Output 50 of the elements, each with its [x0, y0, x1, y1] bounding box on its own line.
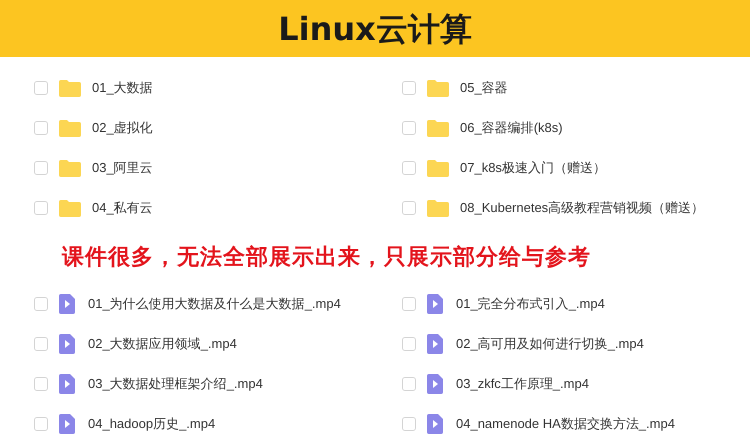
video-file-icon — [59, 334, 75, 354]
checkbox[interactable] — [34, 377, 48, 391]
checkbox[interactable] — [34, 81, 48, 95]
checkbox[interactable] — [34, 297, 48, 311]
file-name[interactable]: 03_zkfc工作原理_.mp4 — [456, 374, 589, 394]
folder-icon — [59, 200, 81, 216]
folder-name[interactable]: 05_容器 — [460, 78, 508, 98]
video-file-icon — [59, 294, 75, 314]
checkbox[interactable] — [402, 337, 416, 351]
file-name[interactable]: 03_大数据处理框架介绍_.mp4 — [88, 374, 263, 394]
checkbox[interactable] — [402, 297, 416, 311]
folder-name[interactable]: 03_阿里云 — [92, 158, 153, 178]
file-name[interactable]: 01_为什么使用大数据及什么是大数据_.mp4 — [88, 294, 341, 314]
file-name[interactable]: 04_namenode HA数据交换方法_.mp4 — [456, 414, 675, 434]
video-file-icon — [59, 414, 75, 434]
folder-icon — [59, 120, 81, 136]
video-file-icon — [427, 414, 443, 434]
checkbox[interactable] — [402, 161, 416, 175]
folder-name[interactable]: 06_容器编排(k8s) — [460, 118, 563, 138]
checkbox[interactable] — [402, 201, 416, 215]
checkbox[interactable] — [34, 121, 48, 135]
file-name[interactable]: 02_大数据应用领域_.mp4 — [88, 334, 237, 354]
video-file-icon — [59, 374, 75, 394]
checkbox[interactable] — [402, 377, 416, 391]
folder-name[interactable]: 01_大数据 — [92, 78, 153, 98]
file-name[interactable]: 02_高可用及如何进行切换_.mp4 — [456, 334, 644, 354]
banner-title: Linux云计算 — [278, 8, 472, 50]
checkbox[interactable] — [402, 121, 416, 135]
checkbox[interactable] — [34, 161, 48, 175]
folder-name[interactable]: 07_k8s极速入门（赠送） — [460, 158, 606, 178]
folder-icon — [59, 160, 81, 176]
checkbox[interactable] — [34, 337, 48, 351]
file-name[interactable]: 01_完全分布式引入_.mp4 — [456, 294, 605, 314]
folder-icon — [427, 200, 449, 216]
checkbox[interactable] — [402, 417, 416, 431]
folder-icon — [427, 80, 449, 96]
folder-name[interactable]: 04_私有云 — [92, 198, 153, 218]
notice-text: 课件很多，无法全部展示出来，只展示部分给与参考 — [62, 242, 591, 270]
folder-icon — [427, 120, 449, 136]
folder-icon — [59, 80, 81, 96]
video-file-icon — [427, 374, 443, 394]
folder-name[interactable]: 08_Kubernetes高级教程营销视频（赠送） — [460, 198, 704, 218]
checkbox[interactable] — [34, 201, 48, 215]
checkbox[interactable] — [34, 417, 48, 431]
checkbox[interactable] — [402, 81, 416, 95]
folder-icon — [427, 160, 449, 176]
folder-name[interactable]: 02_虚拟化 — [92, 118, 153, 138]
video-file-icon — [427, 334, 443, 354]
file-name[interactable]: 04_hadoop历史_.mp4 — [88, 414, 216, 434]
video-file-icon — [427, 294, 443, 314]
